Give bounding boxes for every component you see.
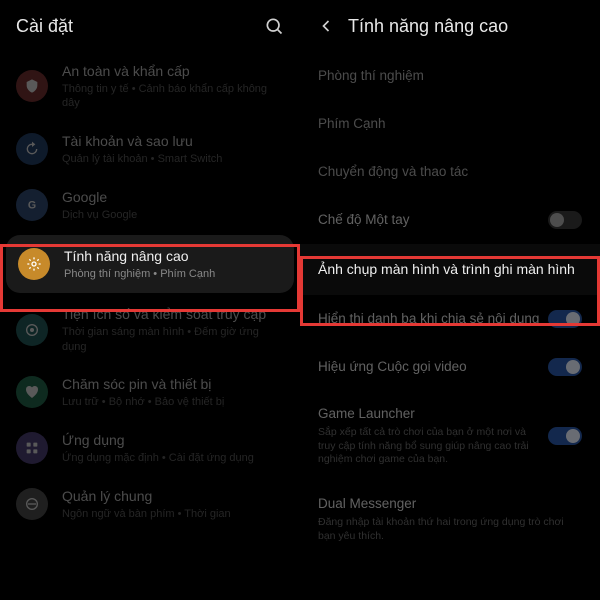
- settings-list: An toàn và khẩn cấp Thông tin y tế • Cảnh…: [0, 52, 300, 532]
- advanced-list: Phòng thí nghiệm Phím Cạnh Chuyển động và …: [300, 52, 600, 558]
- item-title: Game Launcher: [318, 405, 540, 423]
- item-title: Phím Cạnh: [318, 115, 582, 133]
- search-icon[interactable]: [264, 16, 284, 36]
- general-icon: [16, 488, 48, 520]
- gear-icon: [18, 248, 50, 280]
- item-text: Tài khoản và sao lưu Quản lý tài khoản • …: [62, 132, 284, 166]
- advanced-item-6[interactable]: Hiệu ứng Cuộc gọi video: [300, 343, 600, 391]
- item-text: Phím Cạnh: [318, 115, 582, 133]
- advanced-item-3[interactable]: Chế độ Một tay: [300, 196, 600, 244]
- toggle-switch[interactable]: [548, 427, 582, 445]
- item-title: Quản lý chung: [62, 487, 284, 505]
- back-icon[interactable]: [316, 16, 336, 36]
- advanced-item-8[interactable]: Dual Messenger Đăng nhập tài khoản thứ ha…: [300, 481, 600, 558]
- settings-item-4[interactable]: Tiện ích số và kiểm soát truy cập Thời gi…: [0, 295, 300, 364]
- item-title: Tiện ích số và kiểm soát truy cập: [62, 305, 284, 323]
- item-text: Hiệu ứng Cuộc gọi video: [318, 358, 540, 376]
- g-icon: G: [16, 189, 48, 221]
- item-title: Ảnh chụp màn hình và trình ghi màn hình: [318, 260, 582, 279]
- toggle-switch[interactable]: [548, 211, 582, 229]
- item-text: Chế độ Một tay: [318, 211, 540, 229]
- item-text: Ảnh chụp màn hình và trình ghi màn hình: [318, 260, 582, 279]
- item-title: Chuyển động và thao tác: [318, 163, 582, 181]
- apps-icon: [16, 432, 48, 464]
- item-sub: Lưu trữ • Bộ nhớ • Bảo vệ thiết bị: [62, 395, 284, 409]
- item-sub: Ứng dụng mặc định • Cài đặt ứng dụng: [62, 451, 284, 465]
- settings-item-7[interactable]: Quản lý chung Ngôn ngữ và bàn phím • Thời…: [0, 476, 300, 532]
- settings-item-6[interactable]: Ứng dụng Ứng dụng mặc định • Cài đặt ứng …: [0, 420, 300, 476]
- item-title: Chăm sóc pin và thiết bị: [62, 375, 284, 393]
- item-sub: Đăng nhập tài khoản thứ hai trong ứng dụ…: [318, 516, 582, 543]
- item-title: Phòng thí nghiệm: [318, 67, 582, 85]
- heart-icon: [16, 376, 48, 408]
- item-text: Chăm sóc pin và thiết bị Lưu trữ • Bộ nhớ…: [62, 375, 284, 409]
- toggle-switch[interactable]: [548, 310, 582, 328]
- item-title: An toàn và khẩn cấp: [62, 62, 284, 80]
- advanced-item-0[interactable]: Phòng thí nghiệm: [300, 52, 600, 100]
- settings-item-2[interactable]: G Google Dịch vụ Google: [0, 177, 300, 233]
- item-sub: Dịch vụ Google: [62, 208, 284, 222]
- item-text: Chuyển động và thao tác: [318, 163, 582, 181]
- item-text: Game Launcher Sắp xếp tất cả trò chơi của…: [318, 405, 540, 467]
- item-title: Hiệu ứng Cuộc gọi video: [318, 358, 540, 376]
- advanced-panel: Tính năng nâng cao Phòng thí nghiệm Phím …: [300, 0, 600, 600]
- item-text: Phòng thí nghiệm: [318, 67, 582, 85]
- shield-icon: [16, 70, 48, 102]
- advanced-item-7[interactable]: Game Launcher Sắp xếp tất cả trò chơi của…: [300, 391, 600, 481]
- sync-icon: [16, 133, 48, 165]
- item-sub: Sắp xếp tất cả trò chơi của bạn ở một nơ…: [318, 426, 540, 467]
- item-text: Dual Messenger Đăng nhập tài khoản thứ ha…: [318, 495, 582, 544]
- advanced-item-2[interactable]: Chuyển động và thao tác: [300, 148, 600, 196]
- item-title: Dual Messenger: [318, 495, 582, 513]
- settings-title: Cài đặt: [16, 16, 264, 37]
- settings-item-0[interactable]: An toàn và khẩn cấp Thông tin y tế • Cảnh…: [0, 52, 300, 121]
- settings-item-5[interactable]: Chăm sóc pin và thiết bị Lưu trữ • Bộ nhớ…: [0, 364, 300, 420]
- item-sub: Ngôn ngữ và bàn phím • Thời gian: [62, 507, 284, 521]
- item-text: Google Dịch vụ Google: [62, 188, 284, 222]
- advanced-item-4[interactable]: Ảnh chụp màn hình và trình ghi màn hình: [300, 244, 600, 295]
- item-text: Ứng dụng Ứng dụng mặc định • Cài đặt ứng …: [62, 431, 284, 465]
- svg-text:G: G: [28, 199, 36, 211]
- advanced-item-5[interactable]: Hiển thị danh bạ khi chia sẻ nội dung: [300, 295, 600, 343]
- advanced-title: Tính năng nâng cao: [348, 16, 584, 37]
- settings-item-1[interactable]: Tài khoản và sao lưu Quản lý tài khoản • …: [0, 121, 300, 177]
- item-title: Tính năng nâng cao: [64, 247, 282, 265]
- item-text: Tiện ích số và kiểm soát truy cập Thời gi…: [62, 305, 284, 354]
- item-title: Tài khoản và sao lưu: [62, 132, 284, 150]
- item-text: Hiển thị danh bạ khi chia sẻ nội dung: [318, 310, 540, 328]
- item-title: Google: [62, 188, 284, 206]
- item-text: An toàn và khẩn cấp Thông tin y tế • Cảnh…: [62, 62, 284, 111]
- toggle-switch[interactable]: [548, 358, 582, 376]
- wellbeing-icon: [16, 314, 48, 346]
- item-text: Quản lý chung Ngôn ngữ và bàn phím • Thời…: [62, 487, 284, 521]
- item-sub: Phòng thí nghiệm • Phím Cạnh: [64, 267, 282, 281]
- advanced-item-1[interactable]: Phím Cạnh: [300, 100, 600, 148]
- advanced-header: Tính năng nâng cao: [300, 0, 600, 52]
- item-title: Hiển thị danh bạ khi chia sẻ nội dung: [318, 310, 540, 328]
- item-sub: Thời gian sáng màn hình • Đếm giờ ứng dụ…: [62, 325, 284, 354]
- item-title: Ứng dụng: [62, 431, 284, 449]
- settings-item-3[interactable]: Tính năng nâng cao Phòng thí nghiệm • Phí…: [6, 235, 294, 293]
- item-sub: Quản lý tài khoản • Smart Switch: [62, 152, 284, 166]
- item-title: Chế độ Một tay: [318, 211, 540, 229]
- item-sub: Thông tin y tế • Cảnh báo khẩn cấp không…: [62, 82, 284, 111]
- item-text: Tính năng nâng cao Phòng thí nghiệm • Phí…: [64, 247, 282, 281]
- settings-header: Cài đặt: [0, 0, 300, 52]
- settings-panel: Cài đặt An toàn và khẩn cấp Thông tin y t…: [0, 0, 300, 600]
